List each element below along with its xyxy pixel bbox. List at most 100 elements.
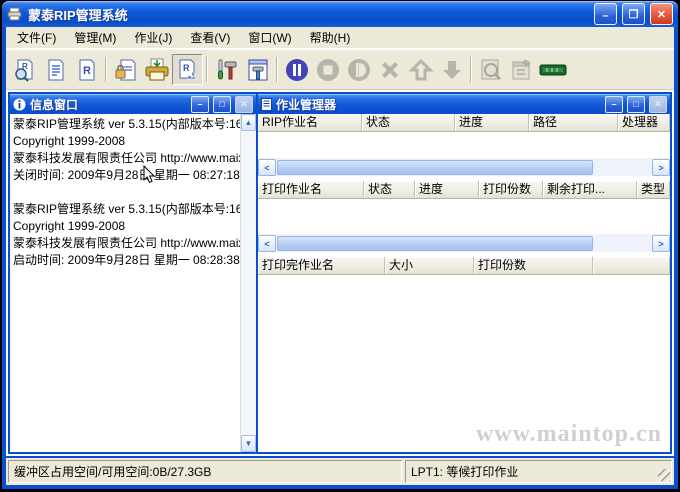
resume-icon	[346, 57, 372, 83]
view-document-button[interactable]	[40, 54, 71, 85]
info-line: 蒙泰RIP管理系统 ver 5.3.15(内部版本号:16	[13, 116, 239, 133]
status-bar: 缓冲区占用空间/可用空间:0B/27.3GB LPT1: 等候打印作业	[6, 458, 674, 485]
scroll-right-arrow-icon[interactable]: >	[652, 235, 670, 252]
info-maximize-button[interactable]: □	[213, 96, 231, 113]
column-header-size[interactable]: 大小	[385, 257, 474, 275]
menu-help[interactable]: 帮助(H)	[301, 26, 360, 49]
locked-document-icon	[114, 58, 138, 82]
scroll-left-arrow-icon[interactable]: <	[258, 159, 276, 176]
menu-file[interactable]: 文件(F)	[8, 26, 65, 49]
rip-table-hscrollbar[interactable]: < >	[258, 158, 670, 176]
job-manager-doc-icon	[261, 98, 272, 111]
setup-button[interactable]	[242, 54, 273, 85]
properties-icon	[510, 58, 534, 82]
column-header-print-job-name[interactable]: 打印作业名	[258, 181, 364, 199]
pause-button[interactable]	[281, 54, 312, 85]
scroll-down-arrow-icon[interactable]: ▼	[241, 435, 256, 452]
close-icon: ✕	[654, 99, 662, 110]
scroll-up-arrow-icon[interactable]: ▲	[241, 114, 256, 131]
jobs-close-button: ✕	[649, 96, 667, 113]
printer-status-panel: LPT1: 等候打印作业	[405, 460, 672, 483]
column-header-processor[interactable]: 处理器	[618, 114, 670, 132]
job-manager-title-bar: 作业管理器 – □ ✕	[258, 94, 670, 114]
info-line: 关闭时间: 2009年9月28日 星期一 08:27:18	[13, 167, 239, 184]
info-line: 蒙泰科技发展有限责任公司 http://www.maix	[13, 150, 239, 167]
scrollbar-thumb[interactable]	[277, 160, 593, 175]
scrollbar-track[interactable]	[276, 235, 652, 252]
lock-job-button[interactable]	[110, 54, 141, 85]
info-line: 蒙泰科技发展有限责任公司 http://www.maix	[13, 235, 239, 252]
delete-job-button	[374, 54, 405, 85]
print-table-hscrollbar[interactable]: < >	[258, 234, 670, 252]
menu-manage[interactable]: 管理(M)	[65, 26, 125, 49]
preview-icon	[479, 58, 503, 82]
minimize-icon: –	[197, 99, 202, 109]
minimize-button[interactable]: –	[594, 3, 617, 25]
scroll-left-arrow-icon[interactable]: <	[258, 235, 276, 252]
jobs-maximize-button[interactable]: □	[627, 96, 645, 113]
menu-window[interactable]: 窗口(W)	[239, 26, 300, 49]
pause-icon	[284, 57, 310, 83]
svg-text:R: R	[83, 65, 91, 77]
densitometer-icon	[539, 62, 567, 78]
maximize-button[interactable]: ❐	[622, 3, 645, 25]
densitometer-button[interactable]	[537, 54, 568, 85]
rip-table-body[interactable]	[258, 132, 670, 158]
print-button[interactable]	[141, 54, 172, 85]
resize-grip[interactable]	[658, 469, 670, 481]
column-header-finished-job-name[interactable]: 打印完作业名	[258, 257, 385, 275]
print-table-body[interactable]	[258, 199, 670, 234]
rip-preview-icon: R	[13, 58, 37, 82]
tools-button[interactable]	[211, 54, 242, 85]
info-minimize-button[interactable]: –	[191, 96, 209, 113]
info-line: Copyright 1999-2008	[13, 133, 239, 150]
menu-view[interactable]: 查看(V)	[181, 26, 239, 49]
toolbar-separator	[105, 57, 107, 82]
rip-preview-button[interactable]: R	[9, 54, 40, 85]
job-manager-window: 作业管理器 – □ ✕ RIP作业名 状态 进度 路径 处理器 < >	[256, 92, 672, 454]
column-header-empty	[593, 257, 670, 275]
column-header-type[interactable]: 类型	[637, 181, 670, 199]
mdi-client-area: 信息窗口 – □ ✕ 蒙泰RIP管理系统 ver 5.3.15(内部版本号:16…	[6, 90, 674, 456]
print-table-header: 打印作业名 状态 进度 打印份数 剩余打印... 类型	[258, 181, 670, 199]
column-header-rip-job-name[interactable]: RIP作业名	[258, 114, 362, 132]
minimize-icon: –	[602, 10, 608, 22]
jobs-minimize-button[interactable]: –	[605, 96, 623, 113]
scroll-right-arrow-icon[interactable]: >	[652, 159, 670, 176]
buffer-status-panel: 缓冲区占用空间/可用空间:0B/27.3GB	[8, 460, 402, 483]
preview-button	[475, 54, 506, 85]
minimize-icon: –	[611, 99, 616, 109]
rip-file-icon: R	[75, 58, 99, 82]
info-window-title: 信息窗口	[30, 96, 187, 113]
setup-icon	[246, 58, 270, 82]
column-header-status[interactable]: 状态	[362, 114, 455, 132]
column-header-progress[interactable]: 进度	[455, 114, 529, 132]
scrollbar-thumb[interactable]	[277, 236, 593, 251]
column-header-remaining[interactable]: 剩余打印...	[543, 181, 637, 199]
finished-table-header: 打印完作业名 大小 打印份数	[258, 257, 670, 275]
job-manager-button[interactable]: R	[172, 54, 203, 85]
properties-button	[506, 54, 537, 85]
finished-table-body[interactable]: www.maintop.cn	[258, 275, 670, 452]
close-icon: ✕	[657, 8, 666, 21]
info-text-area: 蒙泰RIP管理系统 ver 5.3.15(内部版本号:16 Copyright …	[10, 114, 240, 452]
close-button[interactable]: ✕	[650, 3, 673, 25]
tools-icon	[215, 58, 239, 82]
job-manager-icon: R	[176, 58, 200, 82]
column-header-copies[interactable]: 打印份数	[474, 257, 593, 275]
menu-job[interactable]: 作业(J)	[125, 26, 181, 49]
column-header-progress[interactable]: 进度	[415, 181, 479, 199]
column-header-status[interactable]: 状态	[364, 181, 415, 199]
application-window: 蒙泰RIP管理系统 – ❐ ✕ 文件(F) 管理(M) 作业(J) 查看(V) …	[2, 1, 678, 489]
info-vertical-scrollbar[interactable]: ▲ ▼	[240, 114, 256, 452]
column-header-path[interactable]: 路径	[529, 114, 618, 132]
column-header-copies[interactable]: 打印份数	[479, 181, 543, 199]
document-icon	[44, 58, 68, 82]
move-down-button	[436, 54, 467, 85]
toolbar-separator	[276, 57, 278, 82]
print-icon	[144, 58, 170, 82]
info-window-body: 蒙泰RIP管理系统 ver 5.3.15(内部版本号:16 Copyright …	[10, 114, 256, 452]
svg-text:R: R	[183, 63, 190, 73]
rip-file-button[interactable]: R	[71, 54, 102, 85]
scrollbar-track[interactable]	[276, 159, 652, 176]
